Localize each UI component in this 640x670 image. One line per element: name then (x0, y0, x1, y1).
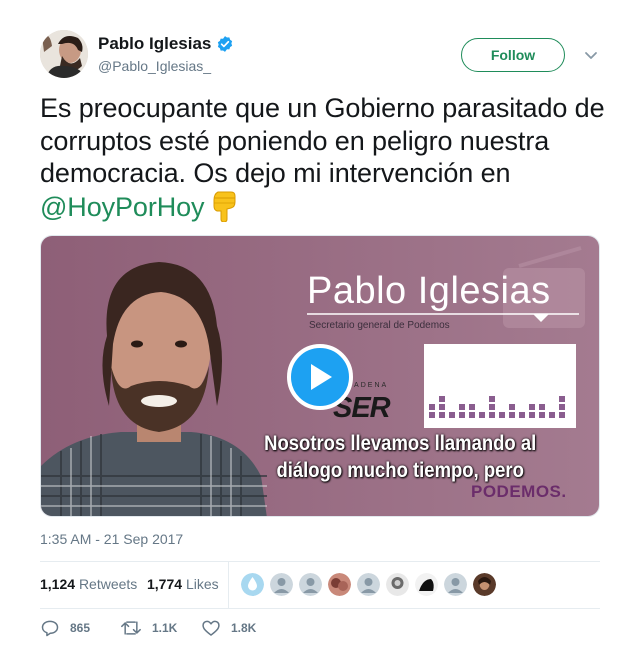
retweet-action-count: 1.1K (152, 621, 178, 635)
verified-badge-icon (218, 36, 233, 52)
mention-link[interactable]: @HoyPorHoy (40, 192, 205, 222)
author-handle[interactable]: @Pablo_Iglesias_ (98, 58, 234, 74)
like-count: 1,774 (147, 576, 183, 592)
video-media[interactable]: Pablo Iglesias Secretario general de Pod… (40, 235, 600, 517)
heart-icon (202, 620, 220, 636)
liker-avatar[interactable] (328, 573, 351, 596)
divider-bottom (40, 608, 600, 609)
liker-avatar[interactable] (415, 573, 438, 596)
media-caption: Nosotros llevamos llamando al diálogo mu… (255, 430, 545, 484)
liker-avatar[interactable] (473, 573, 496, 596)
liker-avatar[interactable] (444, 573, 467, 596)
tweet-body: Es preocupante que un Gobierno parasitad… (40, 93, 605, 188)
liker-avatar[interactable] (357, 573, 380, 596)
tweet-text: Es preocupante que un Gobierno parasitad… (40, 92, 605, 229)
media-title: Pablo Iglesias (307, 270, 551, 312)
author-avatar[interactable] (40, 30, 88, 78)
media-subtitle: Secretario general de Podemos (309, 320, 450, 331)
liker-avatar[interactable] (299, 573, 322, 596)
like-button[interactable]: 1.8K (201, 618, 256, 638)
retweet-stat-label: Retweets (78, 576, 138, 592)
like-stat[interactable]: 1,774 Likes (147, 576, 219, 592)
retweet-icon (121, 621, 141, 635)
reply-button[interactable]: 865 (40, 618, 90, 638)
like-action-count: 1.8K (231, 621, 257, 635)
like-stat-label: Likes (185, 576, 219, 592)
follow-button[interactable]: Follow (461, 38, 565, 72)
liker-avatar[interactable] (270, 573, 293, 596)
reply-count: 865 (70, 621, 91, 635)
tweet-timestamp[interactable]: 1:35 AM - 21 Sep 2017 (40, 531, 183, 547)
author-info: Pablo Iglesias @Pablo_Iglesias_ (98, 34, 234, 74)
reply-icon (41, 620, 59, 637)
pointing-down-hand-icon (210, 190, 238, 230)
tweet-actions: 865 1.1K 1.8K (40, 618, 600, 642)
play-button[interactable] (287, 344, 353, 410)
likers-avatars (241, 573, 496, 596)
author-name[interactable]: Pablo Iglesias (98, 34, 211, 54)
media-caption-line1: Nosotros llevamos llamando al (264, 432, 537, 455)
tweet-header: Pablo Iglesias @Pablo_Iglesias_ Follow (40, 30, 600, 80)
media-cadena: CADENA (347, 382, 389, 389)
engagement-stats: 1,124 Retweets 1,774 Likes (40, 562, 600, 608)
retweet-stat[interactable]: 1,124 Retweets (40, 576, 137, 592)
retweet-count: 1,124 (40, 576, 76, 592)
liker-avatar[interactable] (241, 573, 264, 596)
play-icon (311, 364, 332, 390)
chevron-down-icon[interactable] (583, 47, 599, 63)
media-caption-line2: diálogo mucho tiempo, pero (276, 459, 524, 482)
media-brand: PODEMOS. (471, 482, 567, 501)
stats-separator (228, 562, 229, 608)
liker-avatar[interactable] (386, 573, 409, 596)
retweet-button[interactable]: 1.1K (120, 618, 177, 638)
